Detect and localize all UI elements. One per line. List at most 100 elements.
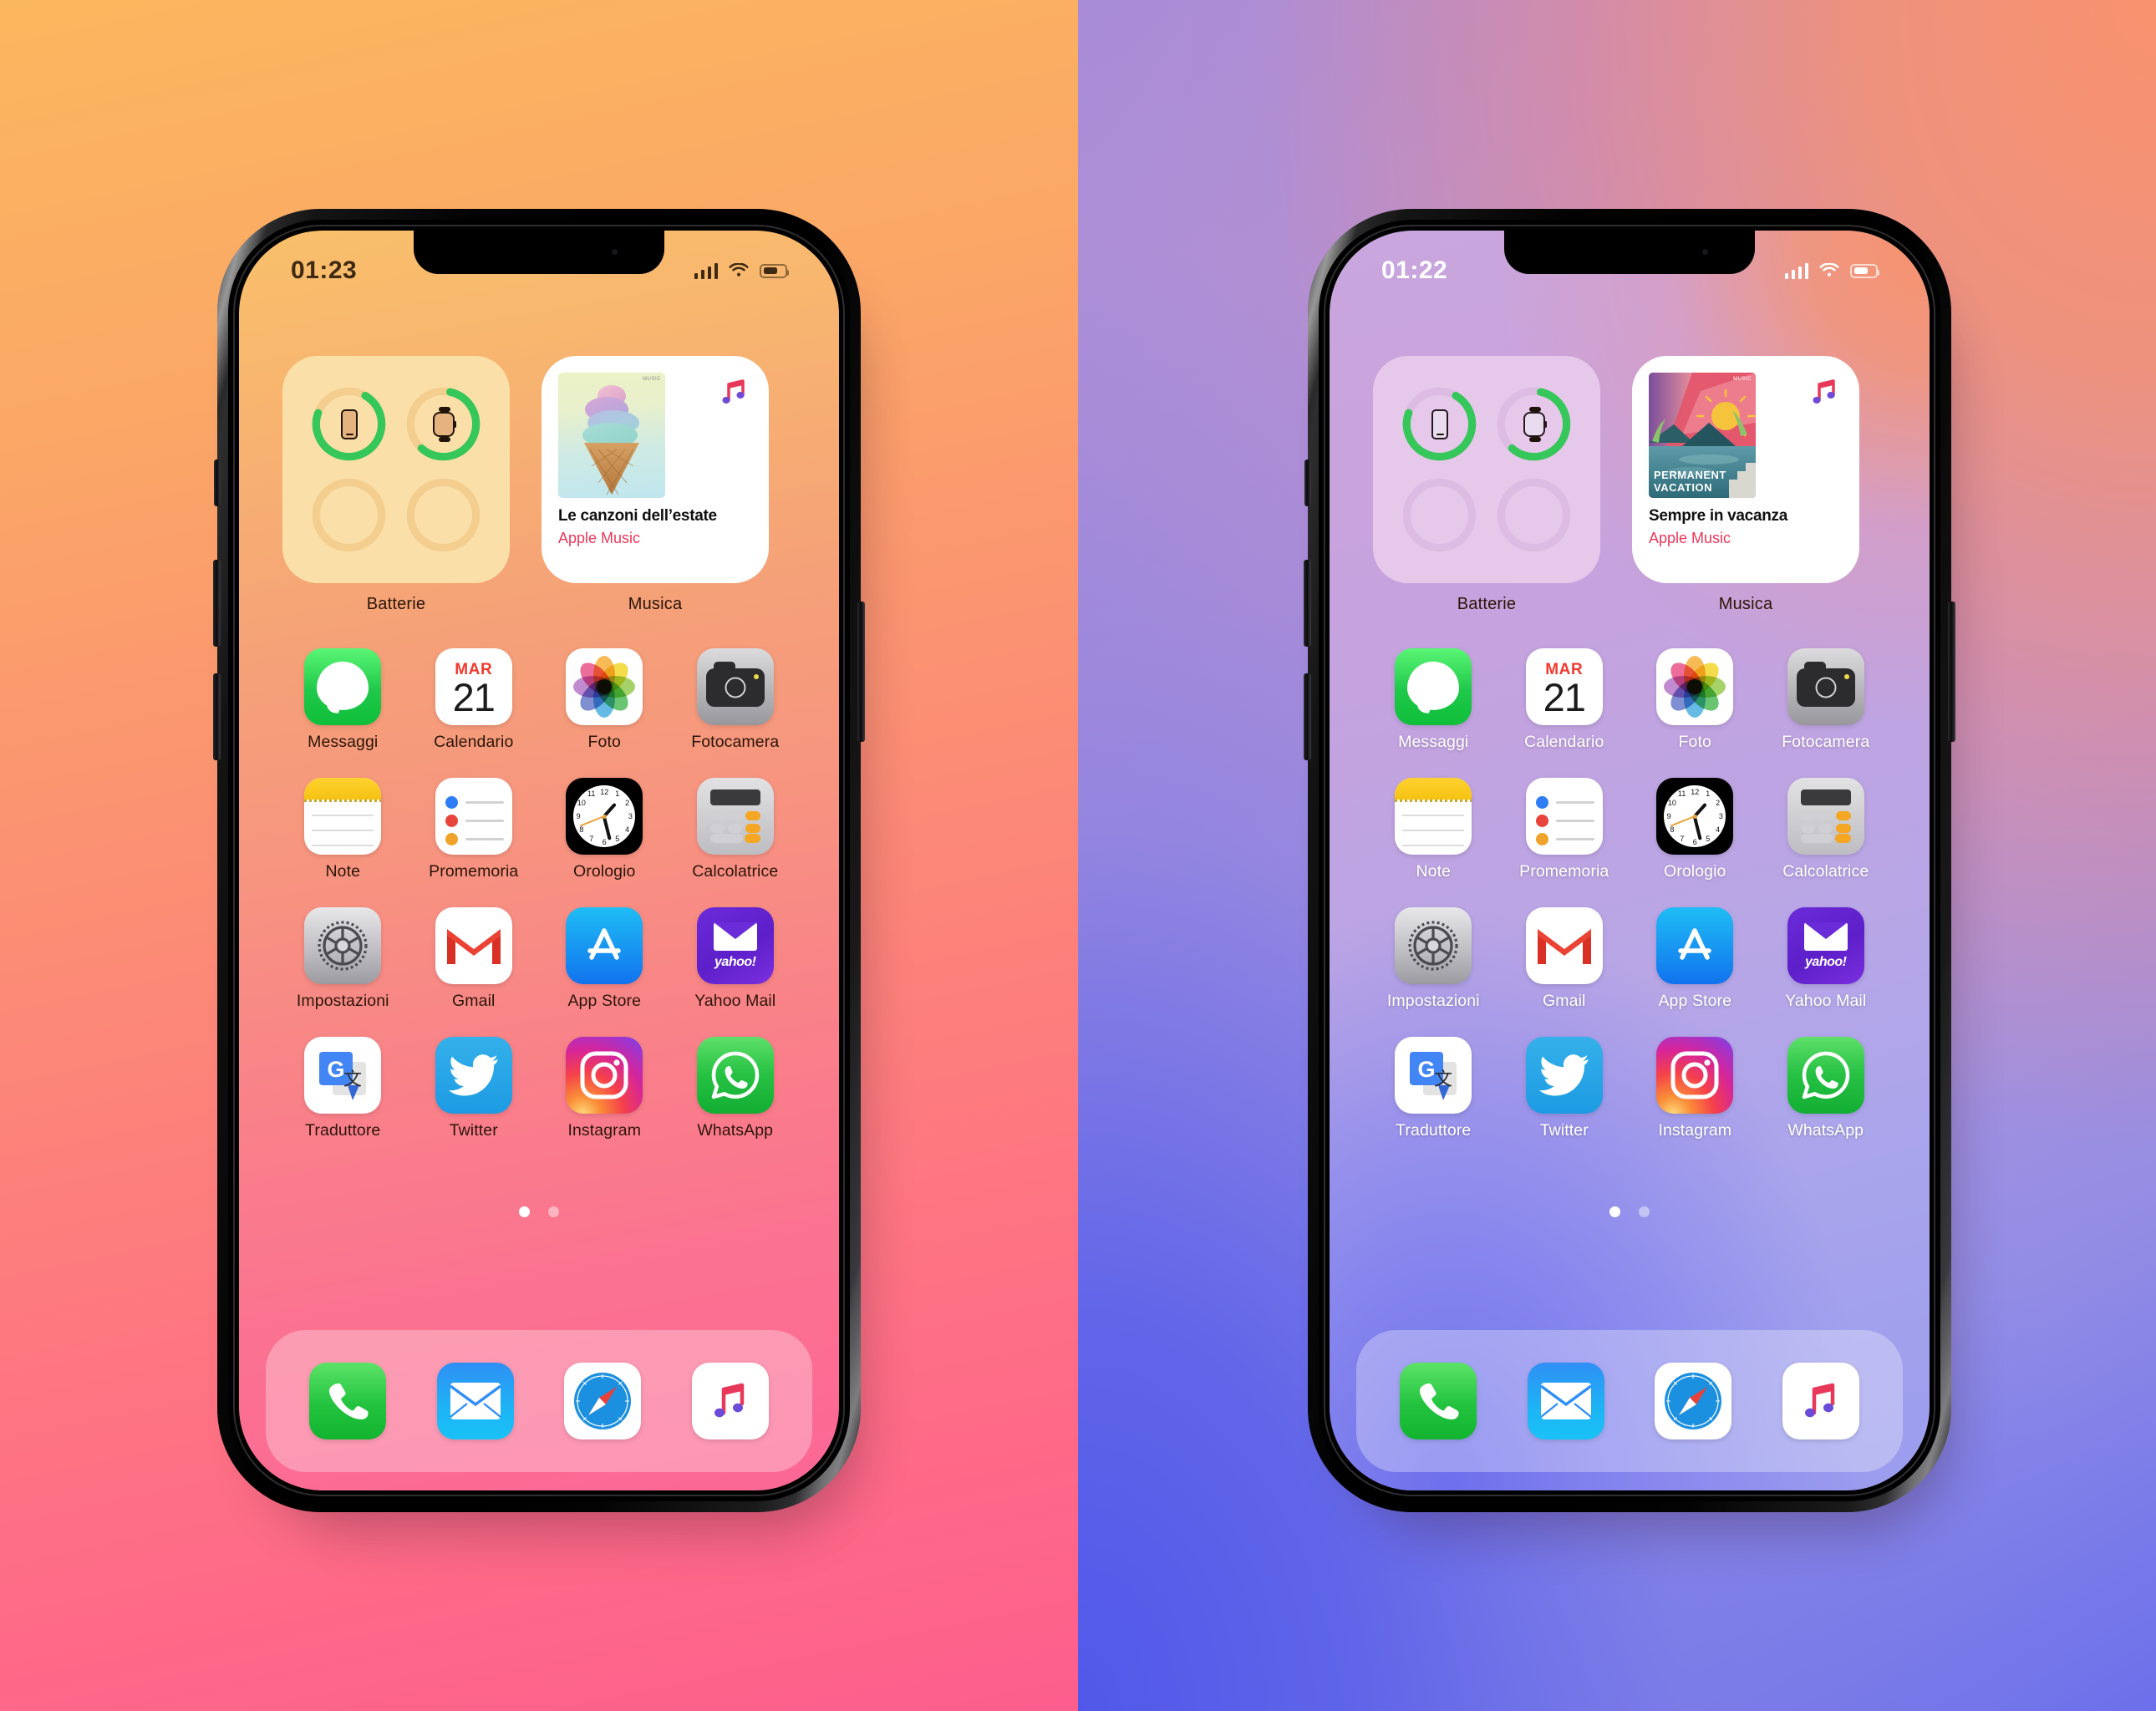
clock-icon: 12 1 23 45 67 89 10 11 [1656,778,1734,855]
left-background-panel: 01:23 Batterie MUSIC Le canzoni dell’est… [0,0,1078,1711]
volume-down-button[interactable] [213,673,221,760]
page-indicator-left[interactable] [239,1206,839,1217]
app-calcolatrice[interactable]: Calcolatrice [670,778,801,881]
music-dock-icon[interactable] [691,1363,769,1439]
app-gmail[interactable]: Gmail [1499,907,1630,1011]
battery-widget[interactable] [282,356,510,583]
battery-widget[interactable] [1373,356,1600,583]
app-label: Messaggi [308,733,379,751]
status-clock: 01:22 [1381,256,1448,284]
app-gmail[interactable]: Gmail [409,907,540,1011]
volume-up-button[interactable] [213,560,221,647]
music-widget-group[interactable]: MUSIC Le canzoni dell’estate Apple Music… [542,356,769,614]
appstore-icon [566,907,643,984]
music-widget[interactable]: PERMANENT VACATION MUSIC Sempre in vacan… [1632,356,1859,583]
app-label: Fotocamera [1782,733,1870,751]
battery-widget-group[interactable]: Batterie [282,356,510,614]
app-label: Impostazioni [1386,992,1480,1010]
app-orologio[interactable]: 12 1 23 45 67 89 10 11 Orologio [1630,778,1761,881]
app-twitter[interactable]: Twitter [409,1037,540,1140]
app-note[interactable]: Note [277,778,409,881]
app-traduttore[interactable]: G 文 Traduttore [1368,1037,1499,1140]
music-badge-label: MUSIC [1733,377,1752,382]
page-indicator-right[interactable] [1330,1206,1930,1217]
app-instagram[interactable]: Instagram [1630,1037,1761,1140]
google-translate-icon: G 文 [1395,1037,1472,1114]
app-label: Calendario [1524,733,1604,751]
app-label: Fotocamera [691,733,780,751]
battery-widget-group[interactable]: Batterie [1373,356,1600,614]
page-dot-1[interactable] [519,1206,530,1217]
volume-down-button[interactable] [1304,673,1311,760]
app-note[interactable]: Note [1368,778,1499,881]
app-messaggi[interactable]: Messaggi [1368,648,1499,752]
app-calendario[interactable]: MAR 21 Calendario [1499,648,1630,752]
twitter-icon [1525,1037,1603,1114]
app-label: App Store [567,992,642,1010]
notes-icon [304,778,382,855]
app-twitter[interactable]: Twitter [1499,1037,1630,1140]
app-label: App Store [1658,992,1732,1010]
app-traduttore[interactable]: G 文 Traduttore [277,1037,409,1140]
app-calcolatrice[interactable]: Calcolatrice [1761,778,1892,881]
battery-widget-label: Batterie [366,595,426,613]
iphone-device-right: 01:22 Batterie PERMANENT VACATION MUSIC … [1304,209,1955,1512]
battery-ring-phone [304,381,394,467]
svg-text:G: G [328,1057,345,1082]
power-button[interactable] [1948,602,1955,742]
watch-icon [1523,406,1547,442]
app-orologio[interactable]: 12 1 23 45 67 89 10 11 Orologio [539,778,670,881]
app-whatsapp[interactable]: WhatsApp [670,1037,801,1140]
app-fotocamera[interactable]: Fotocamera [1761,648,1892,752]
phone-dock-icon[interactable] [309,1363,387,1439]
app-label: Orologio [1663,862,1726,881]
instagram-icon [1656,1037,1734,1114]
phone-dock-icon[interactable] [1400,1363,1477,1439]
mute-switch-button[interactable] [1304,459,1311,506]
music-dock-icon[interactable] [1782,1363,1859,1439]
app-calendario[interactable]: MAR 21 Calendario [409,648,540,752]
battery-widget-label: Batterie [1457,595,1517,613]
app-label: Calendario [434,733,514,751]
safari-dock-icon[interactable] [1655,1363,1732,1439]
mail-dock-icon[interactable] [1527,1363,1604,1439]
calculator-icon [1787,778,1864,855]
app-promemoria[interactable]: Promemoria [1499,778,1630,881]
wifi-icon [729,263,749,277]
app-impostazioni[interactable]: Impostazioni [1368,907,1499,1011]
reminders-icon [1525,778,1603,855]
power-button[interactable] [857,602,865,742]
app-foto[interactable]: Foto [539,648,670,752]
app-instagram[interactable]: Instagram [539,1037,670,1140]
safari-dock-icon[interactable] [564,1363,642,1439]
music-widget-group[interactable]: PERMANENT VACATION MUSIC Sempre in vacan… [1632,356,1859,614]
mail-dock-icon[interactable] [436,1363,514,1439]
app-fotocamera[interactable]: Fotocamera [670,648,801,752]
mute-switch-button[interactable] [214,459,221,506]
music-widget-label: Musica [628,595,683,613]
apple-music-icon [717,374,752,409]
page-dot-1[interactable] [1609,1206,1620,1217]
volume-up-button[interactable] [1304,560,1311,647]
battery-ring-empty-1 [1395,472,1484,558]
music-widget-label: Musica [1718,595,1773,613]
camera-icon [1787,648,1864,725]
app-promemoria[interactable]: Promemoria [409,778,540,881]
app-foto[interactable]: Foto [1630,648,1761,752]
app-yahoo-mail[interactable]: yahoo! Yahoo Mail [1761,907,1892,1011]
app-whatsapp[interactable]: WhatsApp [1761,1037,1892,1140]
battery-ring-empty-2 [399,472,488,558]
app-messaggi[interactable]: Messaggi [277,648,409,752]
battery-ring-phone [1395,381,1484,467]
page-dot-2[interactable] [1639,1206,1650,1217]
phone-screen-left: 01:23 Batterie MUSIC Le canzoni dell’est… [239,231,839,1490]
music-widget[interactable]: MUSIC Le canzoni dell’estate Apple Music [542,356,769,583]
svg-text:PERMANENT: PERMANENT [1654,469,1726,481]
page-dot-2[interactable] [548,1206,559,1217]
app-app-store[interactable]: App Store [539,907,670,1011]
widget-row: Batterie [1373,356,1886,614]
music-badge-label: MUSIC [643,377,661,382]
app-impostazioni[interactable]: Impostazioni [277,907,409,1011]
app-yahoo-mail[interactable]: yahoo! Yahoo Mail [670,907,801,1011]
app-app-store[interactable]: App Store [1630,907,1761,1011]
